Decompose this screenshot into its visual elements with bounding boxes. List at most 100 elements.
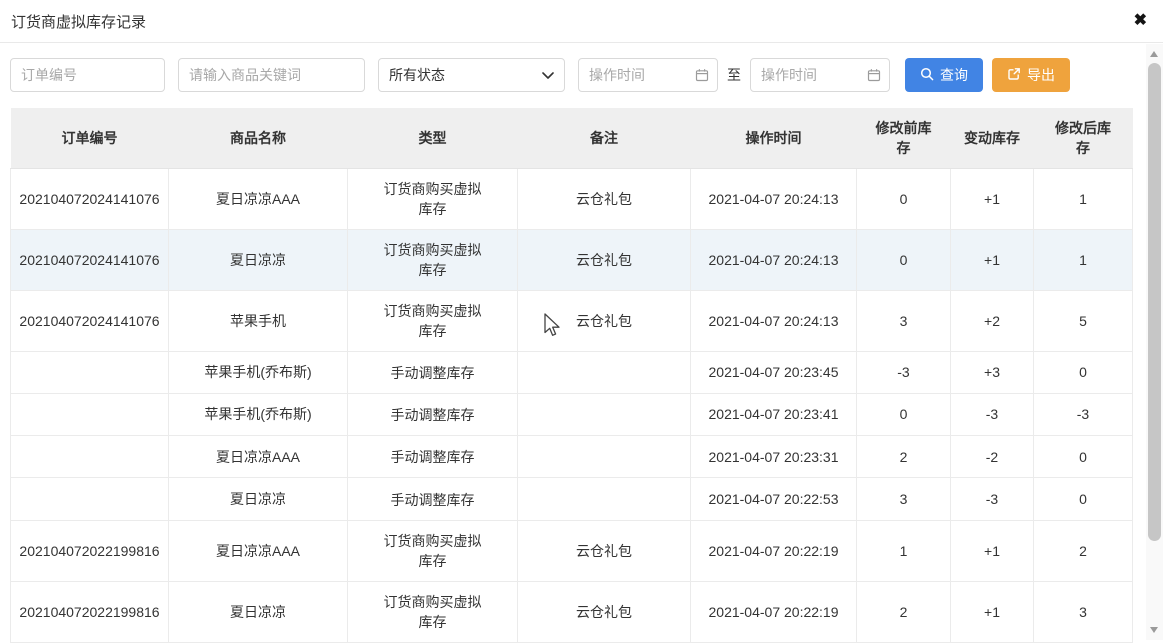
scroll-down-icon[interactable]: [1150, 627, 1158, 633]
cell-product: 苹果手机(乔布斯): [169, 393, 348, 435]
cell-remark: [518, 393, 691, 435]
cell-order_no: 202104072022199816: [11, 520, 169, 581]
cell-time: 2021-04-07 20:22:19: [691, 581, 857, 642]
cell-time: 2021-04-07 20:24:13: [691, 290, 857, 351]
cell-remark: 云仓礼包: [518, 290, 691, 351]
table-row: 202104072022199816夏日凉凉订货商购买虚拟库存云仓礼包2021-…: [11, 581, 1133, 642]
cell-type: 订货商购买虚拟库存: [348, 168, 518, 229]
cell-time: 2021-04-07 20:24:13: [691, 168, 857, 229]
date-start-wrap: [578, 58, 718, 92]
cell-change: +1: [951, 581, 1034, 642]
col-header-product: 商品名称: [169, 108, 348, 168]
cell-order_no: 202104072024141076: [11, 168, 169, 229]
cell-type: 手动调整库存: [348, 393, 518, 435]
cell-type: 手动调整库存: [348, 351, 518, 393]
cell-product: 夏日凉凉: [169, 478, 348, 520]
cell-type: 订货商购买虚拟库存: [348, 229, 518, 290]
col-header-remark: 备注: [518, 108, 691, 168]
cell-product: 夏日凉凉AAA: [169, 168, 348, 229]
cell-remark: 云仓礼包: [518, 168, 691, 229]
cell-order_no: [11, 436, 169, 478]
cell-before: 0: [857, 229, 951, 290]
cell-after: 0: [1034, 436, 1133, 478]
cell-remark: 云仓礼包: [518, 581, 691, 642]
cell-type: 订货商购买虚拟库存: [348, 520, 518, 581]
date-range-to-label: 至: [727, 65, 741, 85]
cell-change: +1: [951, 229, 1034, 290]
vertical-scrollbar[interactable]: [1146, 44, 1163, 640]
col-header-time: 操作时间: [691, 108, 857, 168]
cell-product: 夏日凉凉AAA: [169, 436, 348, 478]
chevron-down-icon: [542, 67, 554, 83]
cell-before: 2: [857, 436, 951, 478]
filter-bar: 所有状态 至: [0, 43, 1163, 92]
modal-title: 订货商虚拟库存记录: [11, 11, 146, 32]
query-button[interactable]: 查询: [905, 58, 983, 92]
inventory-table-body: 202104072024141076夏日凉凉AAA订货商购买虚拟库存云仓礼包20…: [11, 168, 1133, 642]
cell-remark: [518, 436, 691, 478]
cell-time: 2021-04-07 20:22:53: [691, 478, 857, 520]
table-row: 夏日凉凉手动调整库存2021-04-07 20:22:533-30: [11, 478, 1133, 520]
cell-product: 夏日凉凉: [169, 229, 348, 290]
cell-order_no: 202104072022199816: [11, 581, 169, 642]
order-no-input[interactable]: [10, 58, 165, 92]
cell-change: +3: [951, 351, 1034, 393]
cell-remark: [518, 478, 691, 520]
status-select-value: 所有状态: [389, 65, 445, 85]
table-row: 苹果手机(乔布斯)手动调整库存2021-04-07 20:23:45-3+30: [11, 351, 1133, 393]
col-header-order-no: 订单编号: [11, 108, 169, 168]
cell-before: 2: [857, 581, 951, 642]
cell-type: 订货商购买虚拟库存: [348, 290, 518, 351]
modal-titlebar: 订货商虚拟库存记录 ✖: [0, 0, 1163, 43]
table-row: 202104072022199816夏日凉凉AAA订货商购买虚拟库存云仓礼包20…: [11, 520, 1133, 581]
col-header-stock-after: 修改后库存: [1034, 108, 1133, 168]
cell-after: -3: [1034, 393, 1133, 435]
cell-type: 手动调整库存: [348, 478, 518, 520]
cell-time: 2021-04-07 20:23:31: [691, 436, 857, 478]
cell-after: 1: [1034, 229, 1133, 290]
cell-product: 夏日凉凉AAA: [169, 520, 348, 581]
cell-change: -3: [951, 393, 1034, 435]
cell-type: 订货商购买虚拟库存: [348, 581, 518, 642]
cell-before: 3: [857, 290, 951, 351]
cell-type: 手动调整库存: [348, 436, 518, 478]
search-icon: [920, 67, 934, 84]
cell-order_no: [11, 478, 169, 520]
cell-remark: 云仓礼包: [518, 520, 691, 581]
cell-time: 2021-04-07 20:23:41: [691, 393, 857, 435]
table-row: 苹果手机(乔布斯)手动调整库存2021-04-07 20:23:410-3-3: [11, 393, 1133, 435]
cell-before: 3: [857, 478, 951, 520]
scroll-up-icon[interactable]: [1150, 51, 1158, 57]
cell-time: 2021-04-07 20:23:45: [691, 351, 857, 393]
date-end-wrap: [750, 58, 890, 92]
cell-change: +2: [951, 290, 1034, 351]
cell-change: +1: [951, 520, 1034, 581]
cell-order_no: [11, 351, 169, 393]
keyword-input[interactable]: [178, 58, 365, 92]
cell-order_no: [11, 393, 169, 435]
table-row: 202104072024141076夏日凉凉AAA订货商购买虚拟库存云仓礼包20…: [11, 168, 1133, 229]
cell-change: -3: [951, 478, 1034, 520]
cell-order_no: 202104072024141076: [11, 290, 169, 351]
cell-before: 0: [857, 168, 951, 229]
cell-after: 2: [1034, 520, 1133, 581]
close-icon[interactable]: ✖: [1132, 11, 1149, 31]
table-row: 夏日凉凉AAA手动调整库存 2021-04-07 20:23:312-20: [11, 436, 1133, 478]
cell-after: 1: [1034, 168, 1133, 229]
cell-before: 0: [857, 393, 951, 435]
inventory-table: 订单编号 商品名称 类型 备注 操作时间 修改前库存 变动库存 修改后库存 20…: [10, 108, 1133, 643]
cell-time: 2021-04-07 20:22:19: [691, 520, 857, 581]
export-button-label: 导出: [1027, 65, 1055, 85]
cell-order_no: 202104072024141076: [11, 229, 169, 290]
cell-before: -3: [857, 351, 951, 393]
cell-after: 0: [1034, 351, 1133, 393]
cell-change: +1: [951, 168, 1034, 229]
status-select[interactable]: 所有状态: [378, 58, 565, 92]
cell-after: 5: [1034, 290, 1133, 351]
cell-change: -2: [951, 436, 1034, 478]
export-button[interactable]: 导出: [992, 58, 1070, 92]
table-row: 202104072024141076苹果手机订货商购买虚拟库存云仓礼包2021-…: [11, 290, 1133, 351]
cell-before: 1: [857, 520, 951, 581]
scrollbar-thumb[interactable]: [1148, 63, 1161, 541]
cell-product: 苹果手机: [169, 290, 348, 351]
